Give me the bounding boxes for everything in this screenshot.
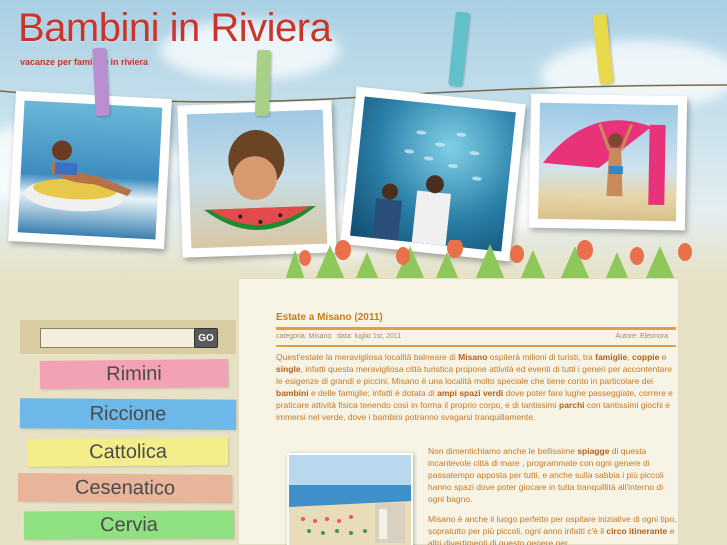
post-meta: categoria: Misano data: luglio 1st, 2011…	[276, 333, 676, 340]
nav-item-riccione[interactable]: Riccione	[19, 398, 237, 430]
site-title[interactable]: Bambini in Riviera	[18, 6, 332, 51]
post-paragraph-1: Quest'estate la meravigliosa località ba…	[276, 352, 673, 422]
site-tagline: vacanze per famiglie in riviera	[20, 57, 149, 67]
post-paragraph-3: Misano è anche il luogo perfetto per osp…	[428, 514, 677, 545]
meta-divider-top	[276, 327, 676, 330]
watermelon-image	[204, 130, 316, 230]
meta-divider-bottom	[276, 345, 676, 347]
post-title[interactable]: Estate a Misano (2011)	[276, 312, 383, 323]
waterslide-image	[24, 140, 132, 212]
photo-aquarium	[340, 86, 526, 262]
photo-watermelon	[177, 100, 337, 258]
post-image-beach	[287, 453, 413, 545]
search-bar: GO	[20, 320, 236, 354]
photo-beach-umbrella	[528, 93, 688, 231]
photo-waterslide	[8, 91, 172, 249]
nav-item-cattolica[interactable]: Cattolica	[27, 437, 229, 467]
aquarium-image	[371, 130, 482, 246]
nav-item-cesenatico[interactable]: Cesenatico	[17, 473, 233, 503]
search-go-button[interactable]: GO	[194, 328, 218, 348]
search-input[interactable]	[40, 328, 206, 348]
peg-green-icon	[254, 49, 272, 117]
post-author: Autore: Eleonora	[615, 333, 668, 340]
post-paragraph-2: Non dimentichiamo anche le bellissime sp…	[428, 446, 664, 504]
tulip-border	[285, 240, 692, 280]
beach-umbrella-image	[542, 120, 666, 205]
nav-item-rimini[interactable]: Rimini	[39, 359, 229, 389]
post-content: Estate a Misano (2011) categoria: Misano…	[238, 278, 679, 545]
beach-aerial-image	[289, 455, 411, 545]
nav-item-cervia[interactable]: Cervia	[23, 510, 235, 540]
post-meta-category-date[interactable]: categoria: Misano data: luglio 1st, 2011	[276, 333, 401, 340]
